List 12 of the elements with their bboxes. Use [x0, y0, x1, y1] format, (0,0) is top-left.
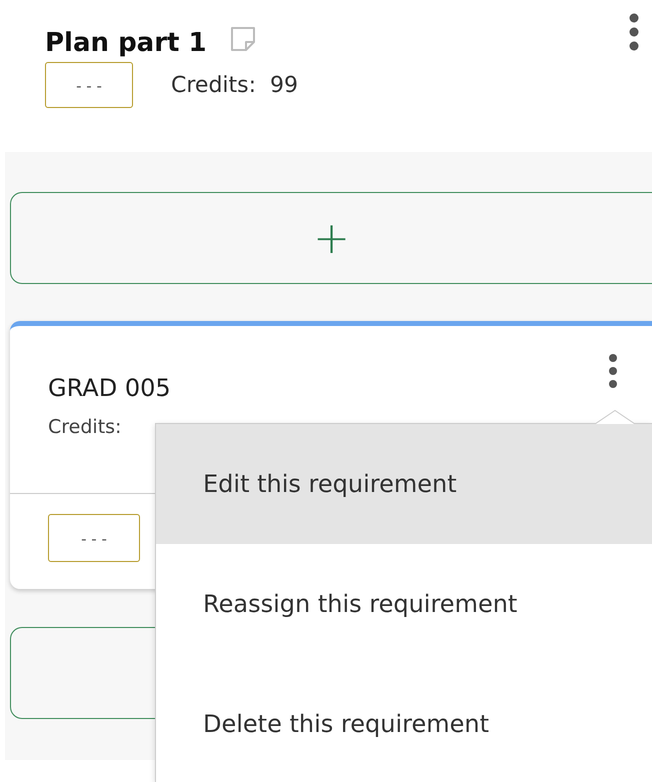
- menu-item[interactable]: Edit this requirement: [156, 424, 652, 544]
- add-button[interactable]: +: [10, 192, 652, 284]
- plan-title: Plan part 1: [45, 28, 207, 58]
- credits-text: Credits: 99: [171, 72, 298, 98]
- menu-item[interactable]: Delete this requirement: [156, 664, 652, 782]
- menu-item[interactable]: Reassign this requirement: [156, 544, 652, 664]
- grade-badge: - - -: [48, 514, 140, 562]
- credits-text: Credits:: [48, 416, 122, 438]
- requirement-code: GRAD 005: [48, 374, 171, 402]
- more-icon[interactable]: [608, 353, 618, 389]
- grade-badge: - - -: [45, 62, 133, 108]
- more-icon[interactable]: [628, 12, 640, 52]
